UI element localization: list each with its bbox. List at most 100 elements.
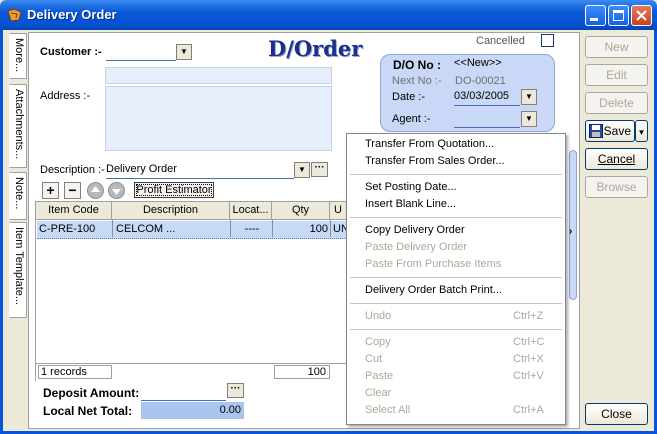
move-up-button[interactable] xyxy=(87,182,104,199)
description-more-button[interactable]: ··· xyxy=(311,162,328,177)
cancelled-label: Cancelled xyxy=(476,35,525,47)
do-no-label: D/O No : xyxy=(393,58,441,72)
cell-uom[interactable]: UN xyxy=(333,221,347,238)
menu-separator xyxy=(350,174,562,175)
delete-button[interactable]: Delete xyxy=(585,92,648,114)
close-icon xyxy=(636,10,647,21)
menu-item-cut[interactable]: Cut xyxy=(365,353,382,365)
minus-icon: − xyxy=(68,182,77,198)
chevron-down-icon: ▼ xyxy=(180,47,188,56)
total-qty: 100 xyxy=(274,365,330,379)
customer-input[interactable] xyxy=(106,44,176,61)
description-label: Description :- xyxy=(40,164,105,176)
tab-note[interactable]: Note... xyxy=(9,172,27,220)
record-count: 1 records xyxy=(38,365,112,379)
menu-item-paste-delivery-order[interactable]: Paste Delivery Order xyxy=(365,241,467,253)
description-dropdown-button[interactable]: ▼ xyxy=(294,162,310,178)
cell-description[interactable]: CELCOM ... xyxy=(116,221,228,238)
menu-separator xyxy=(350,217,562,218)
maximize-button[interactable] xyxy=(608,5,629,26)
customer-name-field xyxy=(105,67,332,84)
arrow-up-icon xyxy=(91,186,100,192)
move-down-button[interactable] xyxy=(108,182,125,199)
browse-button[interactable]: Browse xyxy=(585,176,648,198)
next-no-label: Next No :- xyxy=(392,75,442,87)
context-menu: Transfer From Quotation... Transfer From… xyxy=(346,133,566,425)
cell-location[interactable]: ---- xyxy=(231,221,273,238)
close-window-button[interactable] xyxy=(631,5,652,26)
save-options-button[interactable]: ▼ xyxy=(635,120,648,142)
delete-row-button[interactable]: − xyxy=(64,182,81,199)
agent-input[interactable] xyxy=(454,111,520,128)
menu-item-copy-delivery-order[interactable]: Copy Delivery Order xyxy=(365,224,465,236)
chevron-down-icon: ▼ xyxy=(525,114,533,123)
menu-separator xyxy=(350,329,562,330)
cell-divider xyxy=(112,220,113,237)
address-field[interactable] xyxy=(105,86,332,151)
net-total-label: Local Net Total: xyxy=(43,404,133,418)
grid-footer: 1 records 100 xyxy=(36,363,346,381)
minimize-button[interactable] xyxy=(585,5,606,26)
column-header-description[interactable]: Description xyxy=(112,202,230,220)
new-button[interactable]: New xyxy=(585,36,648,58)
app-icon xyxy=(7,8,22,22)
menu-shortcut-select-all: Ctrl+A xyxy=(513,404,544,416)
tab-more[interactable]: More... xyxy=(9,33,27,79)
splitter-handle[interactable] xyxy=(569,150,577,300)
menu-item-undo[interactable]: Undo xyxy=(365,310,391,322)
do-no-value: <<New>> xyxy=(454,57,502,69)
date-input[interactable]: 03/03/2005 xyxy=(454,89,520,106)
net-total-value: 0.00 xyxy=(141,402,244,419)
chevron-down-icon: ▼ xyxy=(298,165,306,174)
floppy-disk-icon xyxy=(589,124,603,138)
edit-button[interactable]: Edit xyxy=(585,64,648,86)
customer-label: Customer :- xyxy=(40,46,102,58)
cell-divider xyxy=(330,220,331,237)
cancel-button[interactable]: Cancel xyxy=(585,148,648,170)
menu-shortcut-cut: Ctrl+X xyxy=(513,353,544,365)
agent-dropdown-button[interactable]: ▼ xyxy=(521,111,537,127)
plus-icon: + xyxy=(46,182,55,198)
menu-separator xyxy=(350,277,562,278)
save-button[interactable]: Save xyxy=(585,120,635,142)
menu-item-transfer-quotation[interactable]: Transfer From Quotation... xyxy=(365,138,494,150)
column-header-qty[interactable]: Qty xyxy=(272,202,330,220)
menu-item-insert-blank-line[interactable]: Insert Blank Line... xyxy=(365,198,456,210)
doc-title: D/Order xyxy=(268,36,363,61)
menu-item-select-all[interactable]: Select All xyxy=(365,404,410,416)
menu-item-clear[interactable]: Clear xyxy=(365,387,391,399)
profit-estimator-button[interactable]: Profit Estimator xyxy=(134,182,214,198)
cancelled-checkbox[interactable] xyxy=(541,34,554,47)
menu-item-set-posting-date[interactable]: Set Posting Date... xyxy=(365,181,457,193)
date-picker-button[interactable]: ▼ xyxy=(521,89,537,105)
deposit-amount-input[interactable] xyxy=(141,385,226,401)
menu-item-copy[interactable]: Copy xyxy=(365,336,391,348)
column-header-location[interactable]: Locat... xyxy=(230,202,272,220)
agent-label: Agent :- xyxy=(392,113,431,125)
table-row[interactable]: C-PRE-100 CELCOM ... ---- 100 UN xyxy=(37,220,347,239)
minimize-icon xyxy=(590,18,598,21)
menu-item-paste[interactable]: Paste xyxy=(365,370,393,382)
tab-attachments[interactable]: Attachments... xyxy=(9,84,27,168)
description-input[interactable]: Delivery Order xyxy=(106,163,294,179)
cell-item-code[interactable]: C-PRE-100 xyxy=(39,221,111,238)
cell-qty[interactable]: 100 xyxy=(273,221,328,238)
column-header-item-code[interactable]: Item Code xyxy=(36,202,112,220)
tab-item-template[interactable]: Item Template... xyxy=(9,222,27,318)
menu-shortcut-undo: Ctrl+Z xyxy=(513,310,544,322)
menu-shortcut-paste: Ctrl+V xyxy=(513,370,544,382)
chevron-right-icon[interactable]: › xyxy=(569,226,572,237)
menu-item-transfer-sales-order[interactable]: Transfer From Sales Order... xyxy=(365,155,505,167)
deposit-more-button[interactable]: ··· xyxy=(227,383,244,398)
menu-item-paste-purchase-items[interactable]: Paste From Purchase Items xyxy=(365,258,501,270)
window-title: Delivery Order xyxy=(27,7,117,22)
column-header-uom[interactable]: U xyxy=(330,202,346,220)
maximize-icon xyxy=(613,10,624,21)
menu-item-batch-print[interactable]: Delivery Order Batch Print... xyxy=(365,284,502,296)
menu-separator xyxy=(350,303,562,304)
date-label: Date :- xyxy=(392,91,426,103)
add-row-button[interactable]: + xyxy=(42,182,59,199)
menu-shortcut-copy: Ctrl+C xyxy=(513,336,545,348)
close-button[interactable]: Close xyxy=(585,403,648,425)
customer-dropdown-button[interactable]: ▼ xyxy=(176,44,192,60)
